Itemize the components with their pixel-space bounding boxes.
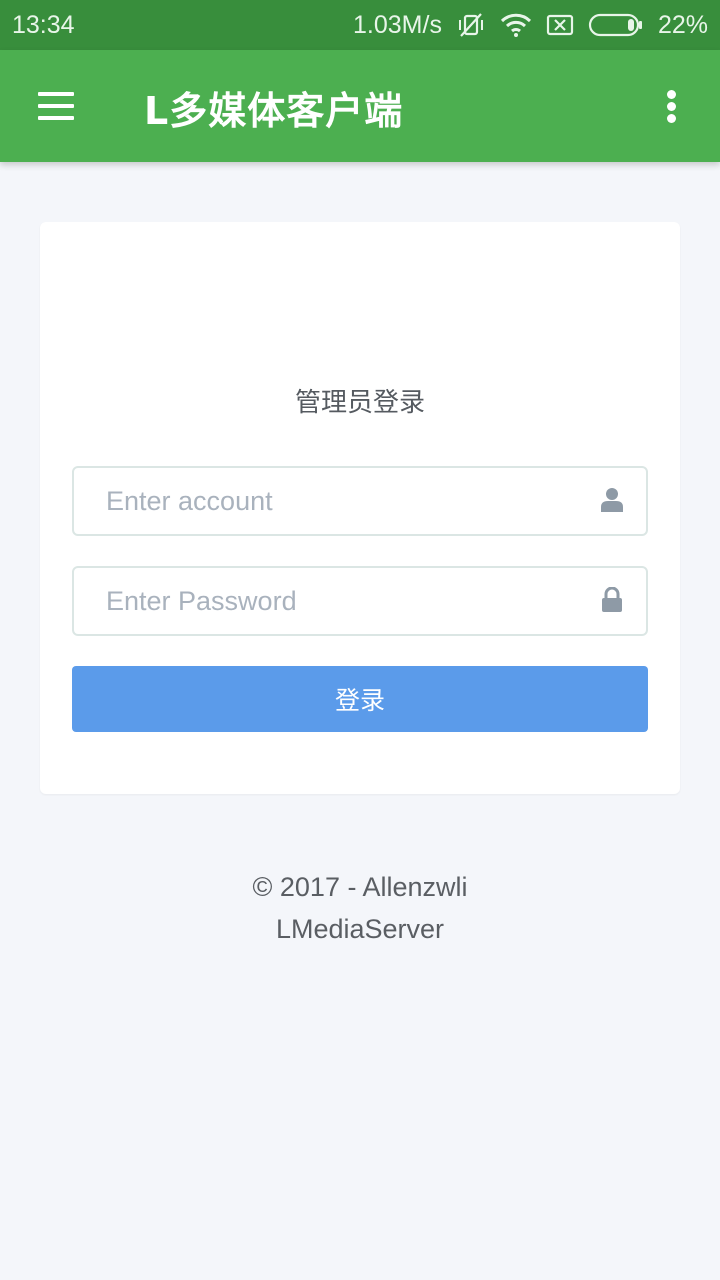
footer: © 2017 - Allenzwli LMediaServer [0,866,720,950]
login-button[interactable]: 登录 [72,666,648,732]
password-field [72,566,648,636]
lock-icon [600,586,624,613]
no-sim-icon [546,14,574,36]
status-bar: 13:34 1.03M/s 22% [0,0,720,50]
vibrate-off-icon [456,12,486,38]
copyright-text: © 2017 - Allenzwli [252,872,468,902]
menu-icon[interactable] [36,92,76,120]
password-input[interactable] [106,568,586,634]
more-vert-icon[interactable] [660,86,684,126]
account-input[interactable] [106,468,586,534]
account-field [72,466,648,536]
status-icons: 1.03M/s 22% [353,11,708,40]
status-time: 13:34 [12,10,75,39]
wifi-icon [500,13,532,37]
app-name-text: LMediaServer [275,914,445,944]
login-title: 管理员登录 [294,388,425,418]
app-bar: L多媒体客户端 [0,50,720,162]
user-icon [600,487,624,513]
battery-icon [588,13,644,37]
network-speed: 1.03M/s [353,10,442,39]
battery-percent: 22% [657,10,708,39]
app-title: L多媒体客户端 [144,89,404,133]
login-card: 管理员登录 登录 [40,222,680,794]
